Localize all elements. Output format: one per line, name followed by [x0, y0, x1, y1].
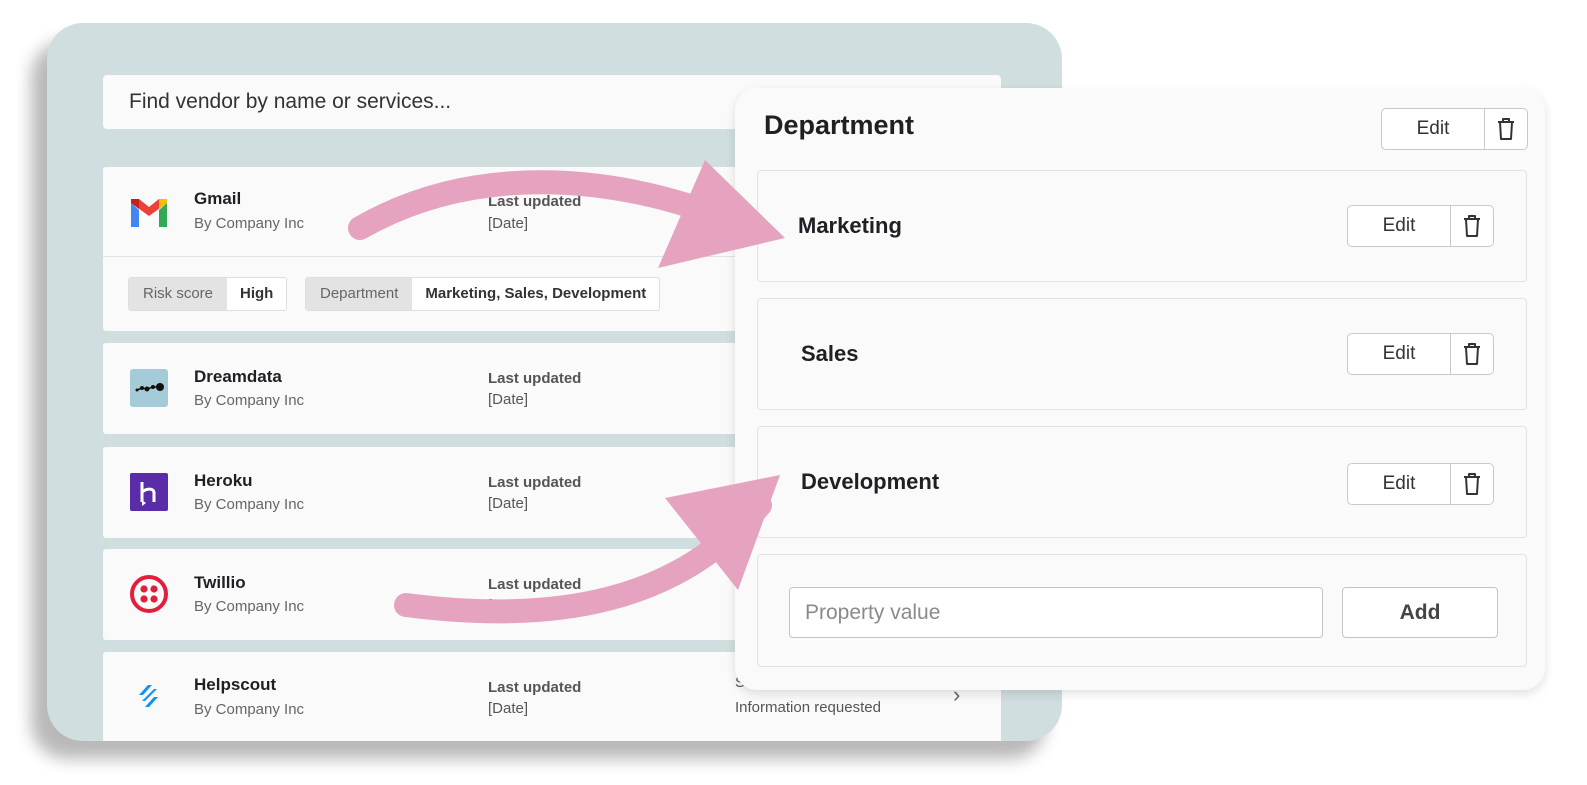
heroku-icon — [129, 472, 169, 512]
gmail-icon — [129, 193, 169, 233]
last-updated-value: [Date] — [488, 495, 529, 512]
tag-value: Marketing, Sales, Development — [412, 278, 660, 310]
edit-item-button[interactable]: Edit — [1348, 334, 1451, 374]
trash-icon[interactable] — [1451, 464, 1493, 504]
tag-value: High — [227, 278, 287, 310]
last-updated-label: Last updated — [488, 474, 582, 491]
department-item-marketing: Marketing Edit — [757, 170, 1527, 282]
last-updated-label: Last updated — [488, 679, 582, 696]
department-actions: Edit — [1381, 108, 1528, 150]
department-item-development: Development Edit — [757, 426, 1527, 538]
edit-item-button[interactable]: Edit — [1348, 206, 1451, 246]
add-property-row: Add — [757, 554, 1527, 667]
helpscout-icon — [129, 676, 169, 716]
department-item-sales: Sales Edit — [757, 298, 1527, 410]
dreamdata-icon — [129, 368, 169, 408]
twilio-icon — [129, 574, 169, 614]
last-updated-value: [Date] — [488, 700, 529, 717]
property-value-input[interactable] — [789, 587, 1323, 638]
vendor-name: Heroku — [194, 471, 253, 490]
trash-icon[interactable] — [1451, 334, 1493, 374]
add-button[interactable]: Add — [1342, 587, 1498, 638]
department-title: Department — [764, 110, 915, 140]
last-updated-label: Last updated — [488, 576, 582, 593]
status-value: Information requested — [735, 699, 881, 716]
last-updated-value: [Date] — [488, 597, 529, 614]
department-item-label: Sales — [801, 341, 859, 366]
vendor-company: By Company Inc — [194, 215, 305, 232]
item-actions: Edit — [1347, 205, 1494, 247]
last-updated-value: [Date] — [488, 215, 529, 232]
vendor-name: Twillio — [194, 573, 246, 592]
vendor-name: Dreamdata — [194, 367, 282, 386]
vendor-name: Helpscout — [194, 675, 277, 694]
edit-item-button[interactable]: Edit — [1348, 464, 1451, 504]
item-actions: Edit — [1347, 333, 1494, 375]
vendor-company: By Company Inc — [194, 598, 305, 615]
trash-icon[interactable] — [1485, 109, 1527, 149]
tag-key: Department — [306, 278, 413, 310]
department-tag: Department Marketing, Sales, Development — [305, 277, 661, 311]
vendor-company: By Company Inc — [194, 496, 305, 513]
department-panel: Department Edit Marketing Edit Sales Edi… — [735, 88, 1545, 690]
tag-key: Risk score — [129, 278, 228, 310]
item-actions: Edit — [1347, 463, 1494, 505]
trash-icon[interactable] — [1451, 206, 1493, 246]
vendor-name: Gmail — [194, 189, 242, 208]
risk-score-tag: Risk score High — [128, 277, 288, 311]
last-updated-value: [Date] — [488, 391, 529, 408]
department-item-label: Development — [801, 469, 940, 494]
last-updated-label: Last updated — [488, 370, 582, 387]
department-item-label: Marketing — [798, 213, 902, 238]
edit-department-button[interactable]: Edit — [1382, 109, 1485, 149]
vendor-company: By Company Inc — [194, 392, 305, 409]
vendor-company: By Company Inc — [194, 701, 305, 718]
last-updated-label: Last updated — [488, 193, 582, 210]
